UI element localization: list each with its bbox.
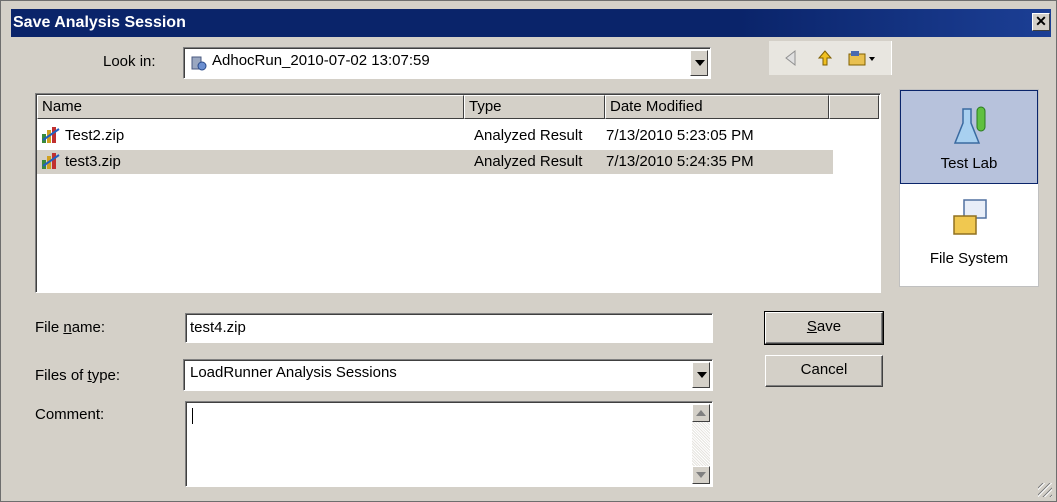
navigation-toolbar [769, 41, 892, 75]
place-file-system[interactable]: File System [900, 186, 1038, 280]
file-name-cell: test3.zip [65, 153, 121, 170]
file-list[interactable]: Name Type Date Modified Test2.zip Analyz… [35, 93, 881, 293]
back-icon[interactable] [781, 48, 801, 68]
look-in-dropdown-button[interactable] [690, 50, 708, 76]
file-date-cell: 7/13/2010 5:23:05 PM [606, 127, 754, 144]
file-name-value: test4.zip [190, 319, 246, 336]
save-button[interactable]: Save [764, 311, 884, 345]
look-in-combo[interactable]: AdhocRun_2010-07-02 13:07:59 [183, 47, 711, 79]
look-in-label: Look in: [103, 53, 156, 70]
title-bar[interactable]: Save Analysis Session ✕ [11, 9, 1051, 37]
view-menu-icon[interactable] [847, 48, 879, 68]
files-of-type-combo[interactable]: LoadRunner Analysis Sessions [183, 359, 713, 391]
folder-run-icon [190, 54, 208, 72]
file-row-test2[interactable]: Test2.zip Analyzed Result 7/13/2010 5:23… [37, 124, 833, 148]
file-name-field[interactable]: test4.zip [185, 313, 713, 343]
look-in-value: AdhocRun_2010-07-02 13:07:59 [212, 52, 430, 69]
file-name-cell: Test2.zip [65, 127, 125, 144]
test-lab-icon [951, 105, 991, 153]
column-header-date-modified[interactable]: Date Modified [605, 95, 829, 119]
up-folder-icon[interactable] [815, 48, 835, 68]
file-date-cell: 7/13/2010 5:24:35 PM [606, 153, 754, 170]
places-bar: Test Lab File System [899, 89, 1039, 287]
file-type-cell: Analyzed Result [474, 153, 583, 170]
file-type-cell: Analyzed Result [474, 127, 583, 144]
analysis-file-icon [41, 126, 61, 144]
column-header-filler [829, 95, 879, 119]
file-name-label: File name: [35, 319, 106, 336]
resize-grip[interactable] [1038, 483, 1052, 497]
analysis-file-icon [41, 152, 61, 170]
place-label: Test Lab [940, 155, 998, 172]
scroll-down-icon[interactable] [692, 466, 710, 484]
close-button[interactable]: ✕ [1032, 13, 1050, 31]
column-header-type[interactable]: Type [464, 95, 605, 119]
comment-scrollbar[interactable] [692, 404, 710, 484]
file-row-test3[interactable]: test3.zip Analyzed Result 7/13/2010 5:24… [37, 150, 833, 174]
dialog-title: Save Analysis Session [13, 14, 186, 31]
save-analysis-session-dialog: Save Analysis Session ✕ Look in: AdhocRu… [0, 0, 1057, 502]
files-of-type-label: Files of type: [35, 367, 121, 384]
column-header-name[interactable]: Name [37, 95, 464, 119]
comment-label: Comment: [35, 406, 105, 423]
comment-textarea[interactable] [185, 401, 713, 487]
place-test-lab[interactable]: Test Lab [900, 90, 1038, 184]
cancel-button[interactable]: Cancel [765, 355, 883, 387]
close-icon: ✕ [1035, 13, 1047, 29]
file-system-icon [950, 196, 990, 244]
text-cursor [192, 408, 193, 424]
place-label: File System [929, 250, 1009, 267]
files-of-type-dropdown-button[interactable] [692, 362, 710, 388]
scroll-up-icon[interactable] [692, 404, 710, 422]
files-of-type-value: LoadRunner Analysis Sessions [190, 364, 397, 381]
